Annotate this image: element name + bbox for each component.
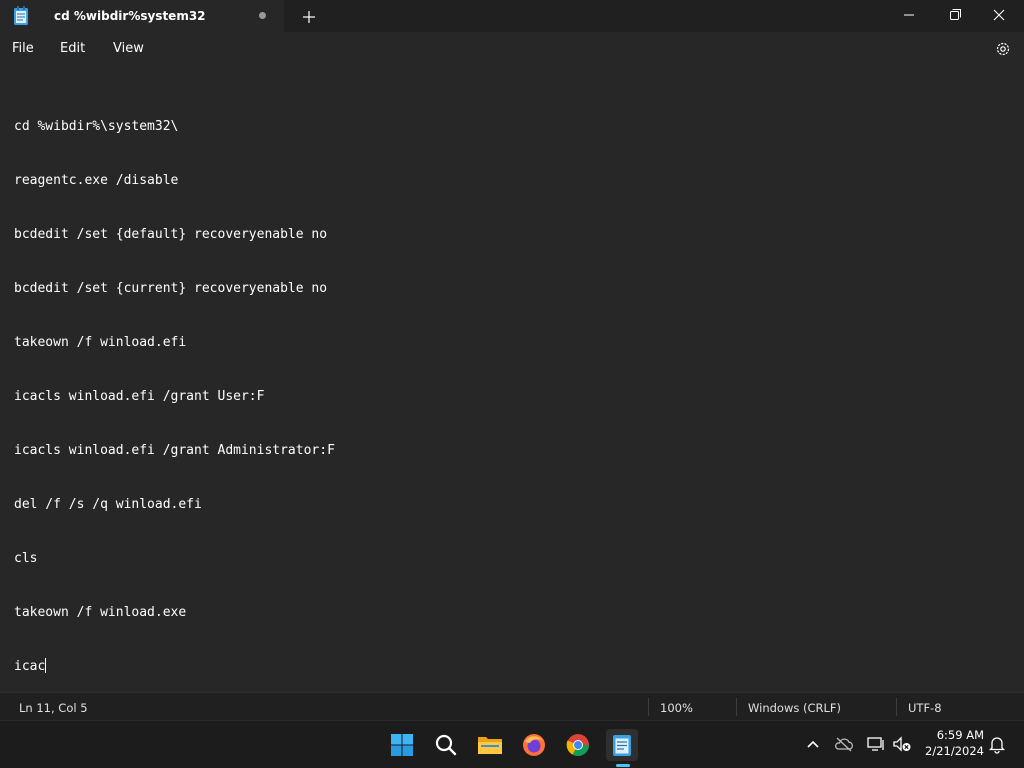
line-ending[interactable]: Windows (CRLF) (748, 701, 841, 715)
notepad-icon (14, 6, 28, 25)
text-editor[interactable]: cd %wibdir%\system32\ reagentc.exe /disa… (0, 68, 1024, 692)
start-button[interactable] (386, 729, 418, 761)
editor-content[interactable]: cd %wibdir%\system32\ reagentc.exe /disa… (14, 82, 335, 712)
menu-edit[interactable]: Edit (60, 41, 85, 56)
network-icon[interactable] (866, 734, 886, 754)
zoom-level[interactable]: 100% (660, 701, 693, 715)
status-divider (648, 698, 649, 716)
title-bar: cd %wibdir%system32 (0, 0, 1024, 32)
code-line: takeown /f winload.efi (14, 335, 187, 350)
status-bar: Ln 11, Col 5 100% Windows (CRLF) UTF-8 (0, 692, 1024, 720)
file-explorer-button[interactable] (474, 729, 506, 761)
code-line: del /f /s /q winload.efi (14, 497, 202, 512)
clock-date: 2/21/2024 (925, 744, 984, 758)
tab-title: cd %wibdir%system32 (54, 9, 206, 23)
code-line: icacls winload.efi /grant User:F (14, 389, 265, 404)
firefox-button[interactable] (518, 729, 550, 761)
clock-time: 6:59 AM (936, 728, 984, 742)
notepad-icon (613, 735, 631, 756)
cursor-position: Ln 11, Col 5 (19, 701, 88, 715)
code-line-current: icac (14, 658, 335, 676)
notification-bell-icon[interactable] (987, 734, 1007, 754)
settings-gear-icon[interactable] (994, 40, 1012, 58)
close-button[interactable] (978, 0, 1024, 32)
start-icon (391, 734, 413, 756)
chrome-button[interactable] (562, 729, 594, 761)
code-line: cls (14, 551, 38, 566)
menu-file[interactable]: File (12, 41, 34, 56)
restore-button[interactable] (932, 0, 978, 32)
minimize-button[interactable] (886, 0, 932, 32)
text-caret (45, 658, 47, 673)
code-line: cd %wibdir%\system32\ (14, 119, 179, 134)
active-app-indicator (616, 764, 630, 767)
search-button[interactable] (430, 729, 462, 761)
code-line: takeown /f winload.exe (14, 605, 187, 620)
status-divider (896, 698, 897, 716)
code-line: bcdedit /set {current} recoveryenable no (14, 281, 328, 296)
menu-bar: File Edit View (0, 32, 1024, 68)
unsaved-indicator-icon[interactable] (259, 12, 266, 19)
volume-muted-icon[interactable] (892, 734, 912, 754)
code-line: reagentc.exe /disable (14, 173, 179, 188)
current-line-text: icac (14, 659, 46, 674)
status-divider (736, 698, 737, 716)
menu-view[interactable]: View (113, 41, 144, 56)
chrome-icon (566, 734, 589, 756)
search-icon (435, 734, 457, 756)
encoding[interactable]: UTF-8 (908, 701, 942, 715)
chevron-up-icon[interactable] (803, 734, 823, 754)
clock[interactable]: 6:59 AM 2/21/2024 (918, 727, 984, 759)
onedrive-offline-icon[interactable] (834, 734, 854, 754)
tab-document[interactable]: cd %wibdir%system32 (0, 0, 284, 32)
code-line: bcdedit /set {default} recoveryenable no (14, 227, 328, 242)
code-line: icacls winload.efi /grant Administrator:… (14, 443, 335, 458)
new-tab-button[interactable] (298, 6, 320, 28)
firefox-icon (523, 734, 545, 756)
file-explorer-icon (478, 737, 502, 754)
notepad-taskbar-button[interactable] (606, 729, 638, 761)
